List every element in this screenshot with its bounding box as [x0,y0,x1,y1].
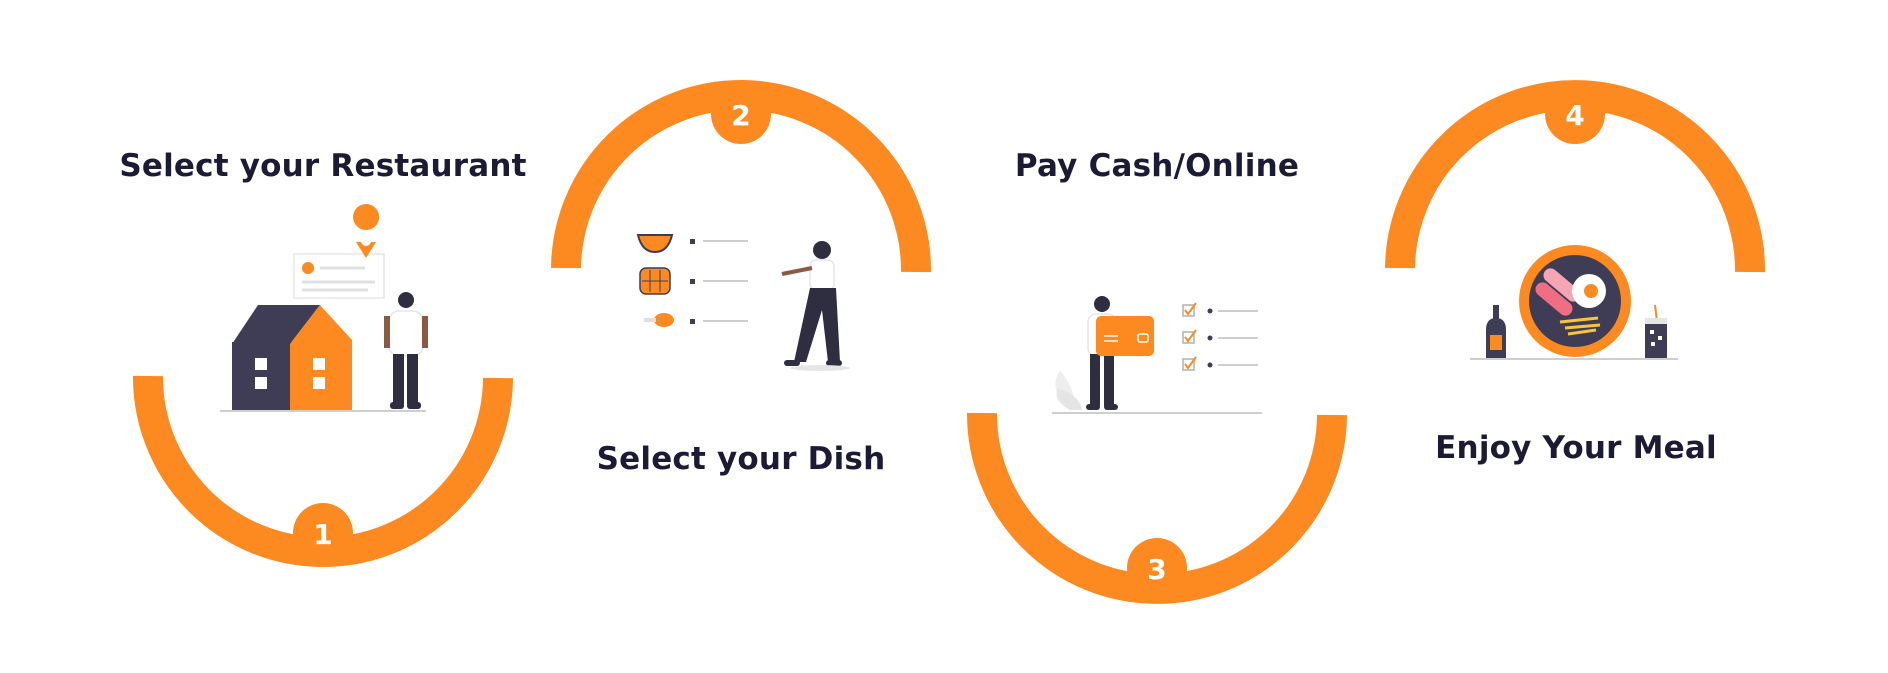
step-4-arc: 4 [1385,80,1766,273]
payment-card-icon [1052,296,1262,414]
step-3-number: 3 [1147,553,1166,586]
dish-menu-icon [636,234,850,371]
step-1-number: 1 [313,518,332,551]
meal-plate-icon [1470,245,1678,360]
steps-graphics: 1 2 3 4 [132,80,1766,604]
step-4-number: 4 [1565,99,1584,132]
step-2-arc: 2 [551,80,932,273]
restaurant-house-icon [220,204,428,412]
step-3-arc: 3 [966,412,1347,604]
how-it-works-steps: Select your Restaurant Select your Dish … [0,0,1888,673]
step-2-number: 2 [731,99,750,132]
